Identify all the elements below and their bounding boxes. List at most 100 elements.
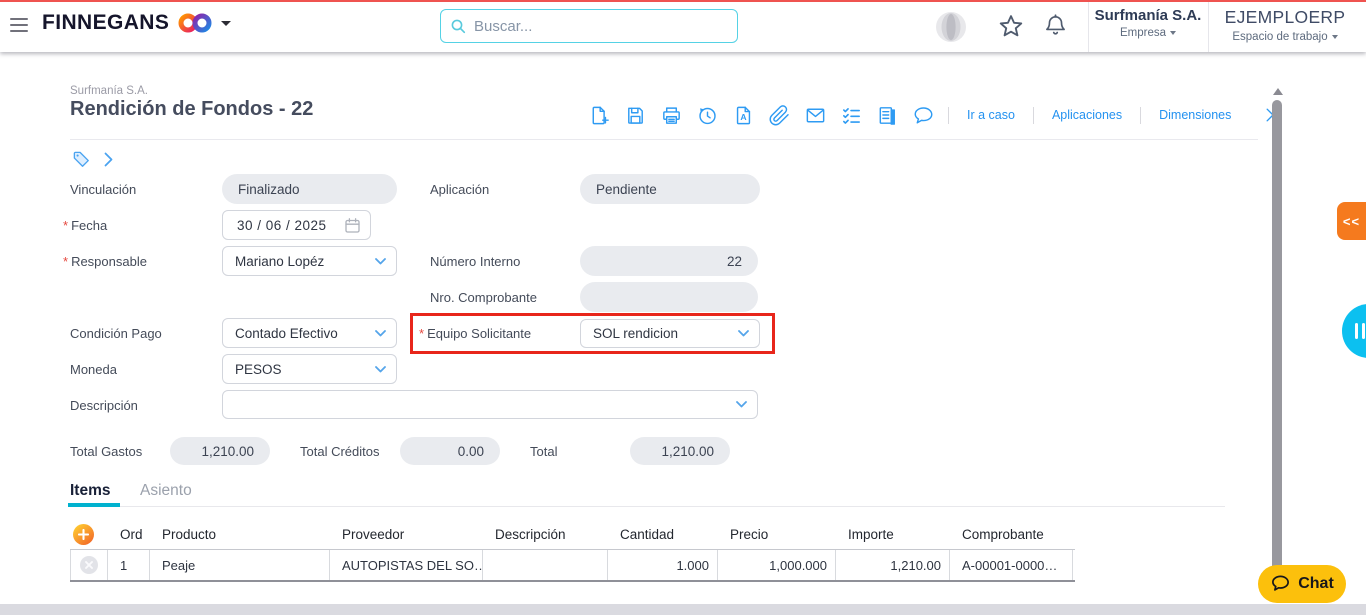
link-aplicaciones[interactable]: Aplicaciones [1047, 108, 1127, 122]
col-proveedor: Proveedor [342, 527, 405, 542]
top-accent-line [0, 0, 1366, 2]
chevron-right-icon[interactable] [104, 152, 114, 167]
total-label: Total [530, 444, 558, 459]
document-area: Surfmanía S.A. Rendición de Fondos - 22 [0, 54, 1366, 604]
vinculacion-label: Vinculación [70, 182, 137, 197]
numero-interno-field: 22 [580, 246, 758, 276]
vertical-scrollbar[interactable] [1272, 100, 1282, 590]
search-icon [451, 19, 466, 33]
caret-down-icon [1331, 34, 1338, 39]
brand-logo-infinity-icon [178, 13, 212, 33]
comment-icon[interactable] [912, 104, 935, 127]
document-company: Surfmanía S.A. [70, 85, 148, 97]
required-asterisk: * [63, 254, 69, 269]
condicion-pago-value: Contado Efectivo [235, 325, 338, 341]
total-field: 1,210.00 [630, 437, 730, 465]
total-value: 1,210.00 [661, 443, 714, 459]
cell-proveedor[interactable]: AUTOPISTAS DEL SO… [330, 550, 483, 580]
numero-interno-value: 22 [726, 253, 742, 269]
tab-asiento[interactable]: Asiento [140, 482, 192, 500]
vinculacion-field: Finalizado [222, 174, 397, 204]
company-switcher[interactable]: Surfmanía S.A. Empresa [1089, 7, 1207, 39]
moneda-label: Moneda [70, 362, 117, 377]
email-icon[interactable] [804, 104, 827, 127]
export-document-icon[interactable]: A [732, 104, 755, 127]
fecha-label-wrap: * Fecha [63, 218, 107, 233]
brand-name: FINNEGANS [42, 11, 170, 34]
workspace-switcher[interactable]: EJEMPLOERP Espacio de trabajo [1209, 7, 1361, 43]
search-bar[interactable] [440, 9, 738, 43]
equipo-solicitante-select[interactable]: SOL rendicion [580, 319, 760, 348]
col-descripcion: Descripción [495, 527, 566, 542]
delete-row-button[interactable] [80, 556, 98, 574]
caret-down-icon[interactable] [221, 20, 232, 26]
moneda-select[interactable]: PESOS [222, 354, 397, 384]
fecha-label: Fecha [71, 218, 108, 233]
star-icon[interactable] [997, 13, 1025, 40]
moneda-value: PESOS [235, 361, 282, 377]
history-icon[interactable] [696, 104, 719, 127]
caret-down-icon [1170, 30, 1177, 35]
total-gastos-field: 1,210.00 [170, 437, 270, 465]
horizontal-scrollbar[interactable] [0, 604, 1366, 615]
x-icon [85, 561, 93, 569]
responsable-select[interactable]: Mariano Lopéz [222, 246, 397, 276]
total-gastos-value: 1,210.00 [201, 443, 254, 459]
cell-importe[interactable]: 1,210.00 [836, 550, 950, 580]
menu-icon[interactable] [10, 18, 28, 36]
aplicacion-label: Aplicación [430, 182, 490, 197]
toolbar-divider [948, 106, 949, 124]
total-creditos-value: 0.00 [457, 443, 484, 459]
vinculacion-value: Finalizado [238, 181, 300, 197]
calendar-icon[interactable] [344, 217, 361, 234]
checklist-icon[interactable] [840, 104, 863, 127]
tag-icon[interactable] [72, 150, 91, 169]
tab-items[interactable]: Items [70, 482, 111, 500]
fecha-value: 30 / 06 / 2025 [237, 217, 327, 233]
journal-icon[interactable] [876, 104, 899, 127]
print-icon[interactable] [660, 104, 683, 127]
chevron-down-icon [738, 330, 749, 337]
tag-row [72, 150, 114, 169]
plus-icon [78, 529, 89, 540]
save-icon[interactable] [624, 104, 647, 127]
add-row-button[interactable] [73, 524, 94, 545]
bell-icon[interactable] [1043, 12, 1068, 40]
responsable-label: Responsable [71, 254, 147, 269]
document-toolbar: A Ir a caso Aplicaciones Dimensiones [588, 100, 1283, 130]
app-window: FINNEGANS Buscar... Surfmanía S.A. Empre… [0, 0, 1366, 615]
required-asterisk: * [419, 326, 425, 341]
items-table: Ord Producto Proveedor Descripción Canti… [70, 520, 1075, 582]
grip-icon [1362, 323, 1365, 339]
cell-comprobante[interactable]: A-00001-0000… [950, 550, 1073, 580]
numero-interno-label: Número Interno [430, 254, 521, 269]
chevron-down-icon [375, 329, 386, 336]
svg-text:A: A [740, 111, 746, 121]
link-dimensiones[interactable]: Dimensiones [1154, 108, 1236, 122]
required-asterisk: * [63, 218, 69, 233]
toolbar-divider [1032, 106, 1034, 124]
cell-precio[interactable]: 1,000.000 [718, 550, 836, 580]
scrollbar-up-arrow[interactable] [1273, 88, 1283, 95]
cell-producto[interactable]: Peaje [150, 550, 330, 580]
new-document-icon[interactable] [588, 104, 611, 127]
cell-cantidad[interactable]: 1.000 [608, 550, 718, 580]
cell-descripcion[interactable] [483, 550, 608, 580]
equipo-solicitante-value: SOL rendicion [593, 326, 679, 341]
equipo-solicitante-label-wrap: * Equipo Solicitante [419, 326, 531, 341]
attachment-icon[interactable] [768, 104, 791, 127]
fecha-input[interactable]: 30 / 06 / 2025 [222, 210, 371, 240]
search-input[interactable] [474, 17, 714, 35]
toolbar-divider [1140, 106, 1142, 124]
cell-ord[interactable]: 1 [108, 550, 150, 580]
collapse-panel-tab[interactable]: << [1337, 202, 1366, 240]
chevron-down-icon [375, 365, 386, 372]
chat-button[interactable]: Chat [1258, 565, 1346, 603]
table-row: 1 Peaje AUTOPISTAS DEL SO… 1.000 1,000.0… [70, 550, 1075, 582]
condicion-pago-select[interactable]: Contado Efectivo [222, 318, 397, 348]
descripcion-label: Descripción [70, 398, 138, 413]
col-producto: Producto [162, 527, 217, 542]
link-ir-a-caso[interactable]: Ir a caso [962, 108, 1020, 122]
assistant-sphere-icon[interactable] [934, 10, 968, 44]
descripcion-select[interactable] [222, 390, 758, 419]
